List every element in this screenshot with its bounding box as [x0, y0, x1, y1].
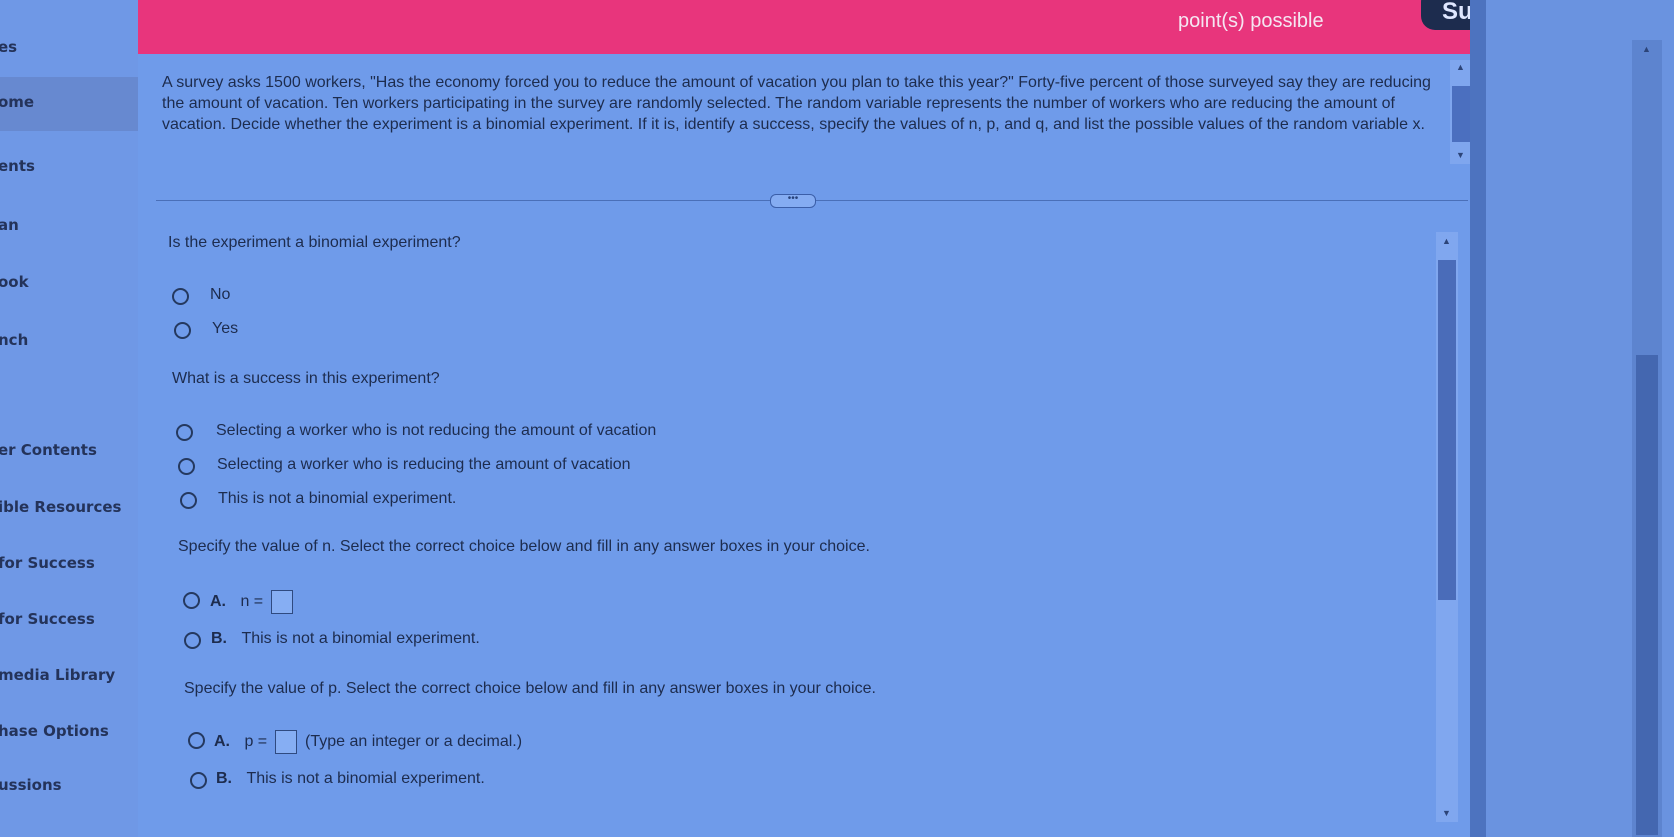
- sidebar-item-label: nch: [0, 331, 29, 349]
- q2-prompt: What is a success in this experiment?: [172, 370, 440, 387]
- sidebar-item-label: ome: [0, 93, 35, 111]
- q1-option-yes-label[interactable]: Yes: [212, 320, 238, 338]
- q2-option-2-label[interactable]: Selecting a worker who is reducing the a…: [217, 456, 631, 474]
- q2-option-3-label[interactable]: This is not a binomial experiment.: [218, 490, 456, 508]
- sidebar-item-tools-for-success-1[interactable]: for Success: [0, 538, 140, 588]
- sidebar-item-multimedia-library[interactable]: media Library: [0, 650, 140, 700]
- scroll-up-icon[interactable]: ▲: [1642, 44, 1651, 54]
- q4-option-a[interactable]: A. p = (Type an integer or a decimal.): [214, 730, 522, 754]
- q1-option-yes-radio[interactable]: [174, 322, 191, 339]
- q1-prompt: Is the experiment a binomial experiment?: [168, 234, 461, 251]
- answer-scrollbar[interactable]: ▲ ▼: [1436, 232, 1458, 822]
- q4-option-b-letter: B.: [216, 770, 232, 787]
- sidebar-item-label: ents: [0, 157, 35, 175]
- q2-option-3-radio[interactable]: [180, 492, 197, 509]
- q3-n-label: n =: [240, 593, 264, 611]
- q3-option-b-radio[interactable]: [184, 632, 201, 649]
- q1-option-no-label[interactable]: No: [210, 286, 230, 304]
- points-possible: point(s) possible: [1178, 10, 1324, 32]
- quiz-header: point(s) possible Submit quiz: [138, 0, 1599, 54]
- n-answer-box[interactable]: [270, 590, 293, 614]
- q3-option-a-letter: A.: [210, 593, 226, 611]
- sidebar-item-discussions[interactable]: ussions: [0, 760, 140, 810]
- q3-option-b[interactable]: B. This is not a binomial experiment.: [211, 630, 480, 648]
- scroll-down-icon[interactable]: ▼: [1456, 150, 1465, 160]
- q2-option-2-radio[interactable]: [178, 458, 195, 475]
- q4-option-b-radio[interactable]: [190, 772, 207, 789]
- sidebar-item-purchase-options[interactable]: hase Options: [0, 706, 140, 756]
- q4-option-a-radio[interactable]: [188, 732, 205, 749]
- q3-option-a-radio[interactable]: [183, 592, 200, 609]
- resize-handle-icon[interactable]: •••: [770, 194, 816, 208]
- sidebar-item-label: hase Options: [0, 722, 109, 740]
- q1-option-no-radio[interactable]: [172, 288, 189, 305]
- sidebar-item-label: er Contents: [0, 441, 97, 459]
- p-answer-box[interactable]: [274, 730, 297, 754]
- sidebar-item-study-plan[interactable]: an: [0, 200, 140, 250]
- sidebar: es ome ents an ook nch er Contents ible …: [0, 0, 140, 837]
- q3-prompt: Specify the value of n. Select the corre…: [178, 538, 870, 555]
- q4-option-b[interactable]: B. This is not a binomial experiment.: [216, 770, 485, 788]
- sidebar-item-assignments[interactable]: ents: [0, 141, 140, 191]
- scroll-thumb[interactable]: [1438, 260, 1456, 600]
- scroll-thumb[interactable]: [1636, 355, 1658, 835]
- q2-option-1-label[interactable]: Selecting a worker who is not reducing t…: [216, 422, 656, 440]
- q3-option-b-letter: B.: [211, 630, 227, 647]
- sidebar-item-tools-for-success-2[interactable]: for Success: [0, 594, 140, 644]
- sidebar-item-label: ible Resources: [0, 498, 122, 516]
- sidebar-item-label: for Success: [0, 554, 95, 572]
- q4-option-a-letter: A.: [214, 733, 230, 751]
- q4-p-label: p =: [244, 733, 268, 751]
- sidebar-item-launch[interactable]: nch: [0, 315, 140, 365]
- scroll-up-icon[interactable]: ▲: [1456, 62, 1465, 72]
- sidebar-item-label: es: [0, 38, 18, 56]
- sidebar-item-gradebook[interactable]: ook: [0, 257, 140, 307]
- q3-option-a[interactable]: A. n =: [210, 590, 293, 614]
- sidebar-item-home[interactable]: ome: [0, 77, 140, 131]
- sidebar-item-label: ook: [0, 273, 29, 291]
- question-panel: A survey asks 1500 workers, "Has the eco…: [138, 54, 1486, 837]
- question-scrollbar[interactable]: ▲ ▼: [1450, 60, 1472, 164]
- sidebar-item-label: an: [0, 216, 19, 234]
- q4-prompt: Specify the value of p. Select the corre…: [184, 680, 876, 697]
- q2-option-1-radio[interactable]: [176, 424, 193, 441]
- sidebar-item-chapter-contents[interactable]: er Contents: [0, 425, 140, 475]
- q4-hint: (Type an integer or a decimal.): [305, 733, 523, 751]
- scroll-up-icon[interactable]: ▲: [1442, 236, 1451, 246]
- scroll-thumb[interactable]: [1452, 86, 1470, 142]
- sidebar-item-label: media Library: [0, 666, 116, 684]
- scroll-down-icon[interactable]: ▼: [1442, 808, 1451, 818]
- sidebar-item-courses[interactable]: es: [0, 22, 140, 72]
- page-scrollbar[interactable]: ▲: [1632, 40, 1662, 837]
- question-text: A survey asks 1500 workers, "Has the eco…: [162, 74, 1431, 133]
- sidebar-item-accessible-resources[interactable]: ible Resources: [0, 482, 140, 532]
- q3-option-b-text: This is not a binomial experiment.: [241, 630, 480, 647]
- sidebar-item-label: ussions: [0, 776, 62, 794]
- sidebar-item-label: for Success: [0, 610, 95, 628]
- q4-option-b-text: This is not a binomial experiment.: [246, 770, 485, 787]
